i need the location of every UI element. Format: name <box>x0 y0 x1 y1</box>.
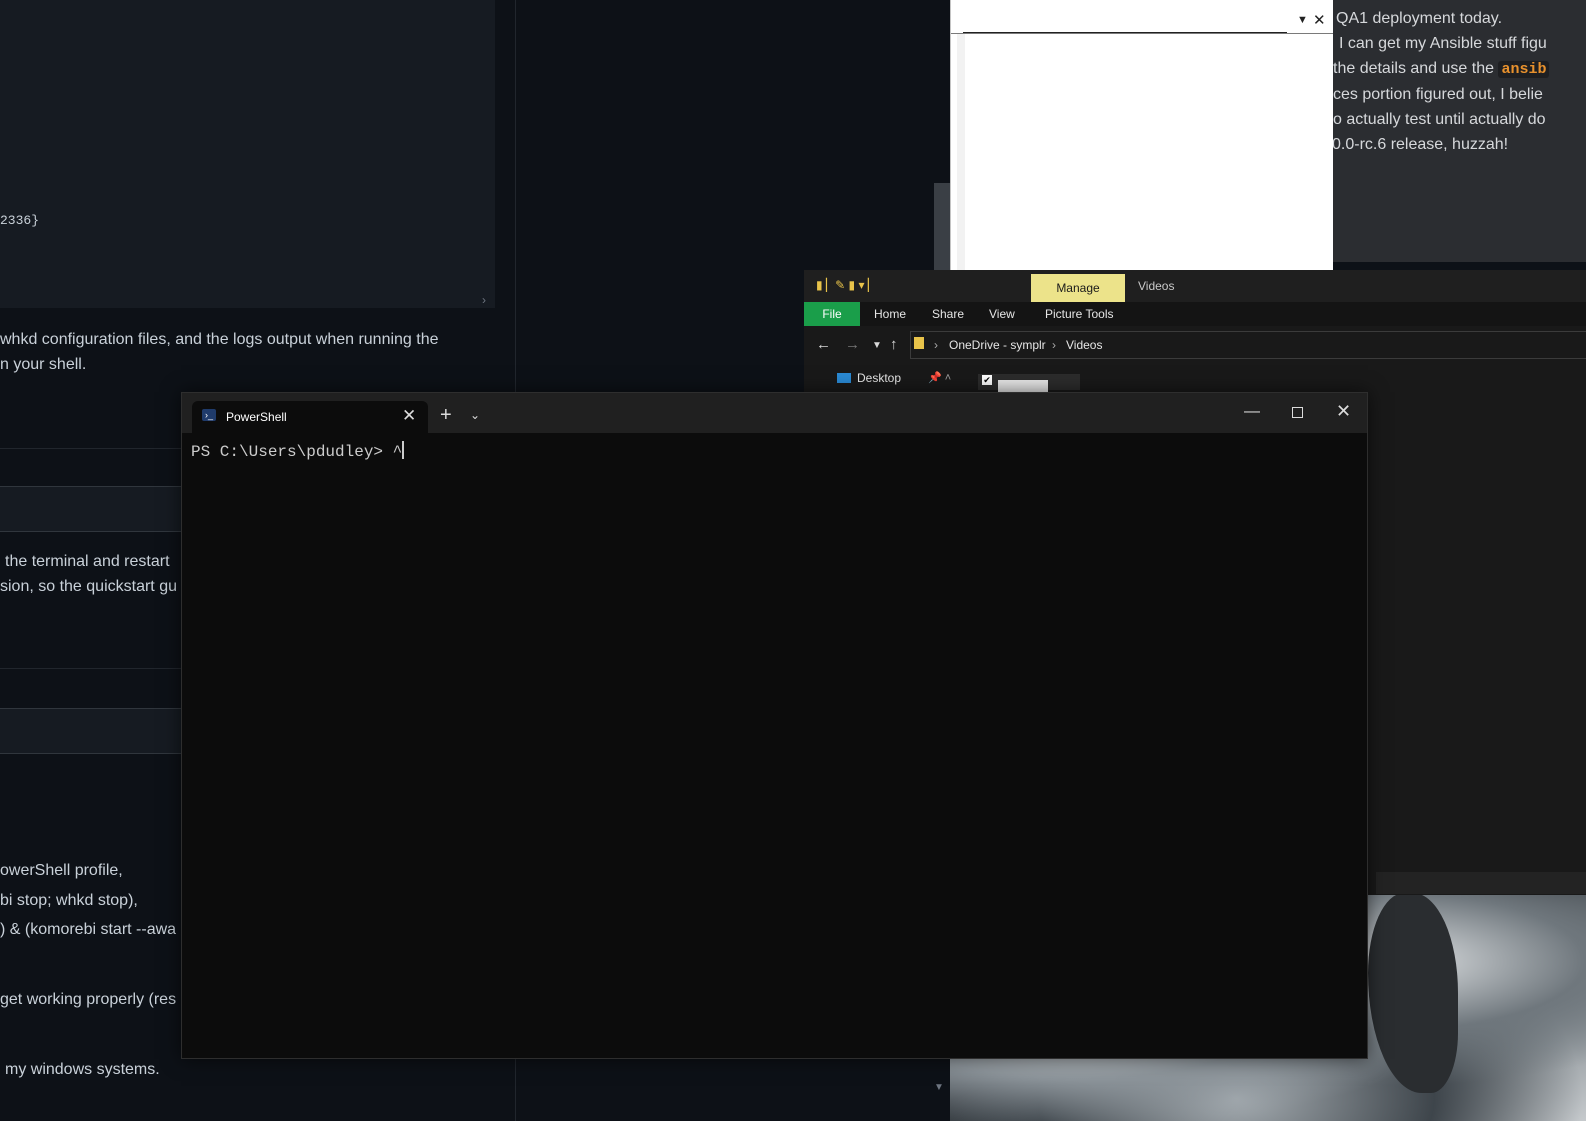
ribbon-tab-share[interactable]: Share <box>932 307 964 321</box>
tab-close-icon[interactable]: ✕ <box>402 406 416 426</box>
desktop-icon <box>837 373 851 383</box>
prompt-line: PS C:\Users\pdudley> ^ <box>191 443 403 461</box>
code-block: 2336} › <box>0 0 495 308</box>
ribbon-tab-file[interactable]: File <box>804 302 860 326</box>
chat-message-line: the details and use the ansib <box>1333 60 1550 78</box>
scroll-right-icon[interactable]: › <box>482 293 486 307</box>
ribbon-tab-view[interactable]: View <box>989 307 1015 321</box>
paragraph-line: whkd configuration files, and the logs o… <box>0 331 439 348</box>
paragraph-line: get working properly (res <box>0 991 177 1008</box>
divider <box>0 668 182 669</box>
breadcrumb-separator: › <box>934 338 938 352</box>
list-item: bi stop; whkd stop), <box>0 892 138 909</box>
popup-sidebar <box>957 34 965 270</box>
tab-powershell[interactable]: ›_ PowerShell ✕ <box>192 401 428 433</box>
recent-locations-icon[interactable]: ▼ <box>872 340 882 351</box>
terminal-output[interactable]: PS C:\Users\pdudley> ^ <box>191 441 405 461</box>
status-bar <box>1376 872 1586 894</box>
list-item: ) & (komorebi start --awa <box>0 921 177 938</box>
code-line: 2336} <box>0 213 40 228</box>
section-bar <box>0 486 182 532</box>
maximize-icon[interactable] <box>1292 407 1303 418</box>
terminal-window: ›_ PowerShell ✕ + ⌄ — ✕ PS C:\Users\pdud… <box>181 392 1368 1059</box>
chat-window: QA1 deployment today. I can get my Ansib… <box>1332 0 1586 262</box>
chat-message-line: o actually test until actually do <box>1333 111 1546 128</box>
paragraph-line: n your shell. <box>0 356 87 373</box>
scroll-down-icon[interactable]: ▼ <box>934 1082 944 1093</box>
chevron-down-icon[interactable]: ⌄ <box>470 408 480 422</box>
folder-icon <box>914 337 924 349</box>
new-tab-icon[interactable]: + <box>440 405 452 425</box>
chat-message-line: QA1 deployment today. <box>1336 10 1503 27</box>
back-arrow-icon[interactable]: ← <box>816 336 831 353</box>
chat-message-line: I can get my Ansible stuff figu <box>1339 35 1547 52</box>
divider <box>951 33 1333 34</box>
ribbon-tab-picture-tools[interactable]: Picture Tools <box>1045 307 1113 321</box>
up-arrow-icon[interactable]: ↑ <box>890 336 898 353</box>
list-item: owerShell profile, <box>0 862 123 879</box>
powershell-icon: ›_ <box>202 409 216 421</box>
text-cursor <box>402 441 405 459</box>
explorer-titlebar <box>804 270 1586 302</box>
inline-code: ansib <box>1498 61 1550 78</box>
scrollbar-thumb[interactable] <box>934 183 950 273</box>
find-popup: ▼ ✕ <box>950 0 1333 270</box>
ribbon-tab-home[interactable]: Home <box>874 307 906 321</box>
find-input[interactable] <box>963 12 1287 33</box>
chat-message-line: 0.0-rc.6 release, huzzah! <box>1332 136 1509 153</box>
chat-message-line: ces portion figured out, I belie <box>1333 86 1543 103</box>
ribbon-tabs <box>804 302 1586 326</box>
manage-tab[interactable]: Manage <box>1031 274 1125 302</box>
breadcrumb-onedrive[interactable]: OneDrive - symplr <box>949 338 1046 352</box>
checkbox[interactable]: ✔ <box>982 375 992 385</box>
quick-access-toolbar[interactable]: ▮ ▏✎ ▮ ▾ ▏ <box>816 278 877 292</box>
section-bar <box>0 708 182 754</box>
pin-icon[interactable]: 📌 ˄ <box>928 371 951 384</box>
tab-label: PowerShell <box>226 410 287 424</box>
paragraph-line: my windows systems. <box>5 1061 160 1078</box>
file-thumbnail <box>998 380 1048 392</box>
terminal-titlebar: ›_ PowerShell ✕ + ⌄ — ✕ <box>182 393 1367 433</box>
close-icon[interactable]: ✕ <box>1313 11 1326 29</box>
chat-text: the details and use the <box>1333 60 1499 77</box>
window-title: Videos <box>1138 279 1175 293</box>
paragraph-line: the terminal and restart <box>5 553 170 570</box>
nav-pane-item-desktop[interactable] <box>804 366 1586 392</box>
nav-pane-label[interactable]: Desktop <box>857 371 901 385</box>
divider <box>0 448 182 449</box>
breadcrumb-videos[interactable]: Videos <box>1066 338 1102 352</box>
paragraph-line: sion, so the quickstart gu <box>0 578 177 595</box>
minimize-icon[interactable]: — <box>1244 403 1260 421</box>
close-icon[interactable]: ✕ <box>1336 401 1351 422</box>
breadcrumb-separator: › <box>1052 338 1056 352</box>
forward-arrow-icon[interactable]: → <box>845 336 860 353</box>
dropdown-caret-icon[interactable]: ▼ <box>1297 14 1308 26</box>
